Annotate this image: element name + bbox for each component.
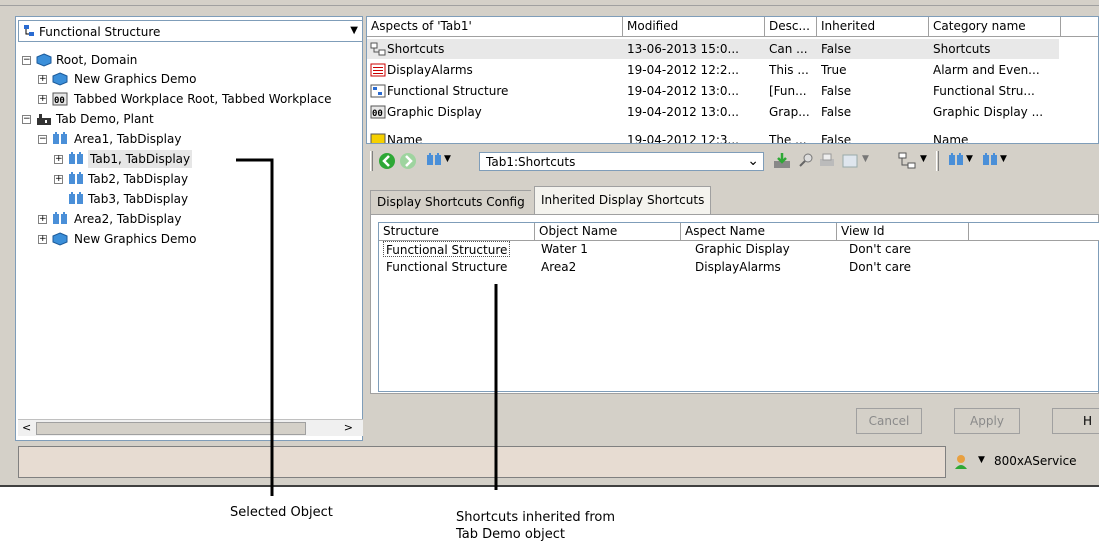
callout-inherited-line2: Tab Demo object [456, 527, 565, 542]
callout-selected-object: Selected Object [230, 505, 333, 520]
callout-inherited-line1: Shortcuts inherited from [456, 510, 616, 525]
callout-lines [236, 158, 498, 496]
